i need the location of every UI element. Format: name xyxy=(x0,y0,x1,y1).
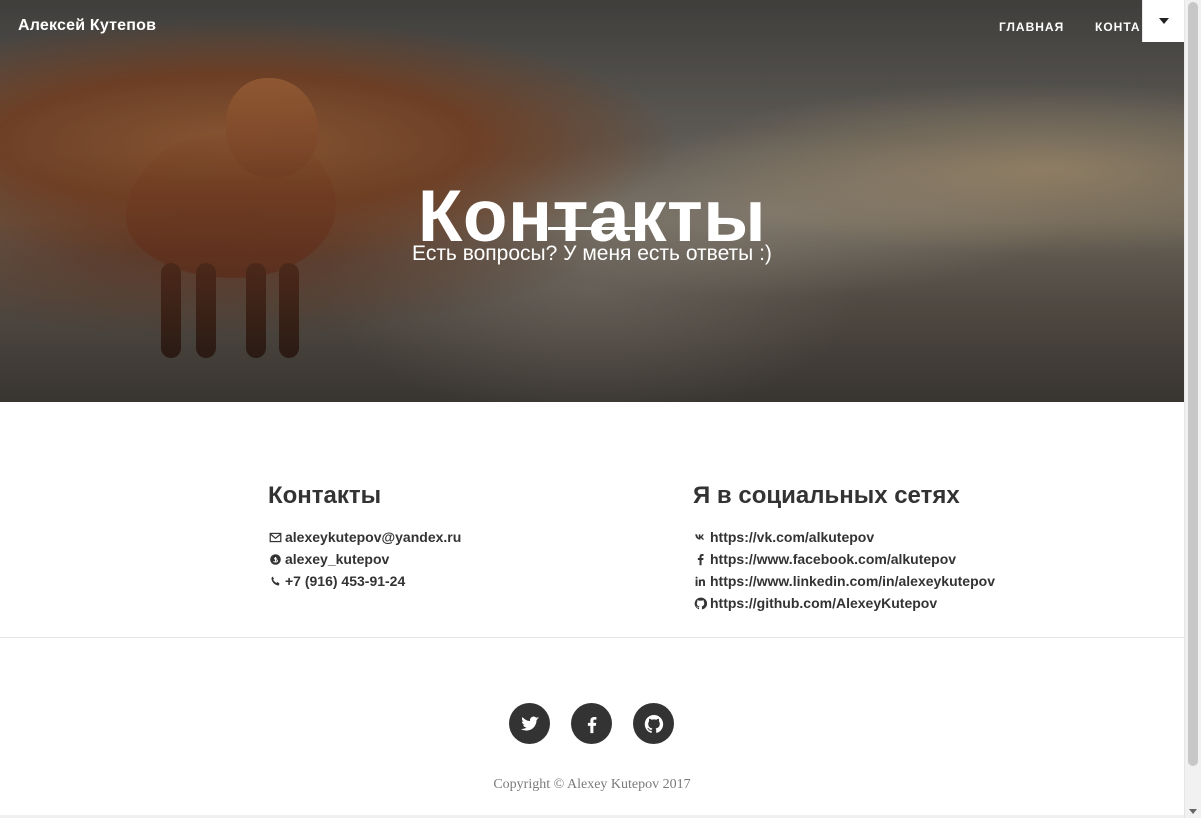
facebook-icon xyxy=(581,713,603,735)
vertical-scrollbar[interactable] xyxy=(1184,0,1201,818)
nav-home-link[interactable]: ГЛАВНАЯ xyxy=(999,20,1064,34)
github-profile-link[interactable]: https://github.com/AlexeyKutepov xyxy=(710,592,937,614)
social-github-item: https://github.com/AlexeyKutepov xyxy=(693,592,995,614)
scroll-down-icon[interactable] xyxy=(1189,809,1197,814)
github-button[interactable] xyxy=(633,703,674,744)
facebook-button[interactable] xyxy=(571,703,612,744)
social-facebook-item: https://www.facebook.com/alkutepov xyxy=(693,548,995,570)
vk-profile-link[interactable]: https://vk.com/alkutepov xyxy=(710,526,874,548)
github-icon xyxy=(643,713,665,735)
hero-header: Алексей Кутепов ГЛАВНАЯ КОНТАКТЫ Контакт… xyxy=(0,0,1184,402)
facebook-icon xyxy=(693,552,708,567)
phone-link[interactable]: +7 (916) 453-91-24 xyxy=(285,570,405,592)
contact-email-item: alexeykutepov@yandex.ru xyxy=(268,526,461,548)
skype-link[interactable]: alexey_kutepov xyxy=(285,548,389,570)
contact-phone-item: +7 (916) 453-91-24 xyxy=(268,570,461,592)
contacts-list: alexeykutepov@yandex.ru alexey_kutepov +… xyxy=(268,526,461,592)
email-link[interactable]: alexeykutepov@yandex.ru xyxy=(285,526,461,548)
github-icon xyxy=(693,596,708,611)
envelope-icon xyxy=(268,530,283,545)
cow-leg-shape xyxy=(161,263,181,358)
cow-leg-shape xyxy=(279,263,299,358)
contact-skype-item: alexey_kutepov xyxy=(268,548,461,570)
footer-copyright: Copyright © Alexey Kutepov 2017 xyxy=(493,777,691,792)
social-vk-item: https://vk.com/alkutepov xyxy=(693,526,995,548)
content-divider xyxy=(0,637,1184,638)
facebook-profile-link[interactable]: https://www.facebook.com/alkutepov xyxy=(710,548,956,570)
cow-head-shape xyxy=(226,78,318,178)
phone-icon xyxy=(268,574,283,589)
contacts-section-title: Контакты xyxy=(268,481,382,509)
twitter-button[interactable] xyxy=(509,703,550,744)
social-section-title: Я в социальных сетях xyxy=(693,481,960,509)
skype-icon xyxy=(268,552,283,567)
linkedin-profile-link[interactable]: https://www.linkedin.com/in/alexeykutepo… xyxy=(710,570,995,592)
page: Алексей Кутепов ГЛАВНАЯ КОНТАКТЫ Контакт… xyxy=(0,0,1201,818)
cow-leg-shape xyxy=(196,263,216,358)
page-subtitle: Есть вопросы? У меня есть ответы :) xyxy=(412,242,772,265)
vk-icon xyxy=(693,530,708,545)
social-links-list: https://vk.com/alkutepov https://www.fac… xyxy=(693,526,995,614)
nav-dropdown-toggle[interactable] xyxy=(1142,0,1184,42)
title-divider xyxy=(548,227,637,230)
caret-down-icon xyxy=(1159,18,1169,24)
linkedin-icon xyxy=(693,574,708,589)
site-brand-link[interactable]: Алексей Кутепов xyxy=(18,17,156,35)
twitter-icon xyxy=(519,713,541,735)
cow-leg-shape xyxy=(246,263,266,358)
scrollbar-thumb[interactable] xyxy=(1188,2,1198,766)
nav-contacts-link[interactable]: КОНТАКТЫ xyxy=(1095,20,1141,34)
social-linkedin-item: https://www.linkedin.com/in/alexeykutepo… xyxy=(693,570,995,592)
